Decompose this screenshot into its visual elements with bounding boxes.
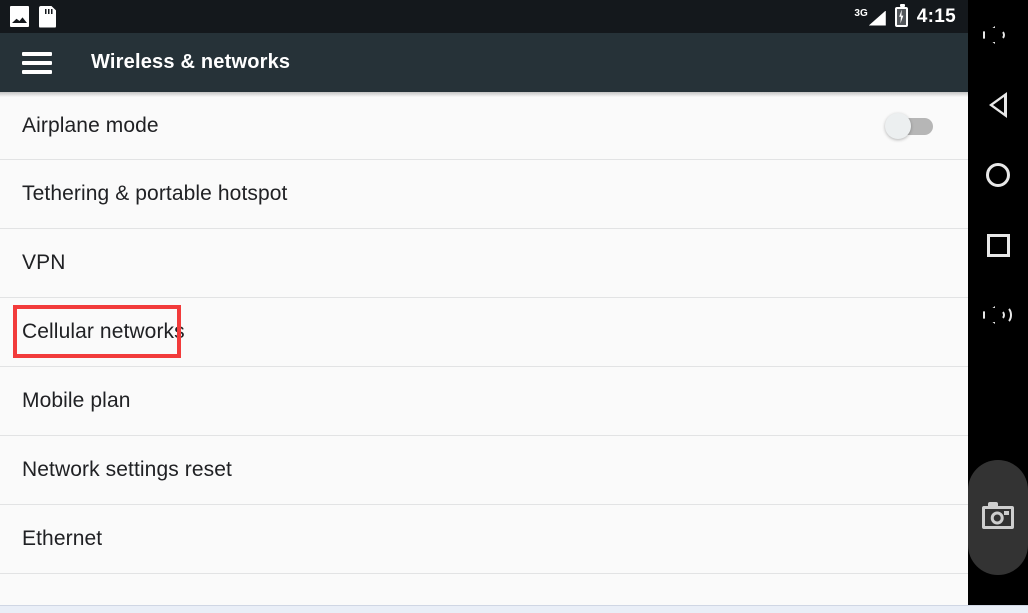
cellular-signal-icon: 3G [854,6,886,28]
home-button[interactable] [968,140,1028,210]
toggle-thumb [885,112,911,139]
status-bar-right-icons: 3G 4:15 [854,3,956,28]
list-item-network-settings-reset[interactable]: Network settings reset [0,436,968,505]
settings-list: Airplane mode Tethering & portable hotsp… [0,92,968,605]
list-item-label: Airplane mode [22,113,159,137]
speaker-wave [996,30,1005,40]
volume-up-icon [983,22,1013,48]
list-item-airplane-mode[interactable]: Airplane mode [0,92,968,160]
list-item-tethering[interactable]: Tethering & portable hotspot [0,160,968,229]
back-triangle-inner [993,97,1004,113]
volume-down-button[interactable] [968,280,1028,350]
battery-bolt-icon [899,9,904,24]
list-item-partial [0,574,968,605]
list-item-label: Tethering & portable hotspot [22,182,288,205]
hamburger-bar [22,51,52,56]
volume-up-button[interactable] [968,0,1028,70]
battery-charging-icon [894,3,908,27]
list-item-ethernet[interactable]: Ethernet [0,505,968,574]
list-item-label: VPN [22,251,66,274]
bottom-strip [0,605,1028,613]
status-bar-left-icons [10,5,56,28]
hamburger-menu-icon[interactable] [22,51,52,74]
home-circle-icon [986,163,1010,187]
back-button[interactable] [968,70,1028,140]
page-title: Wireless & networks [91,51,291,73]
recents-square-icon [986,233,1010,257]
list-item-vpn[interactable]: VPN [0,229,968,298]
screenshot-button[interactable] [968,460,1028,575]
volume-down-icon [983,302,1013,328]
list-item-mobile-plan[interactable]: Mobile plan [0,367,968,436]
list-item-label: Network settings reset [22,458,232,481]
screen-root: 3G 4:15 Wireless & networks Airplane mod… [0,0,1028,613]
recents-button[interactable] [968,210,1028,280]
clock-label: 4:15 [916,6,956,27]
photo-icon [10,6,29,27]
list-item-label: Mobile plan [22,389,131,412]
airplane-mode-toggle[interactable] [885,112,933,139]
signal-bars-icon [868,10,886,26]
camera-icon [982,502,1014,529]
hamburger-bar [22,60,52,65]
back-triangle-icon [989,92,1007,118]
list-item-cellular-networks[interactable]: Cellular networks [0,298,968,367]
status-bar: 3G 4:15 [0,0,968,33]
camera-lens [990,511,1004,524]
app-bar: Wireless & networks [0,33,968,92]
android-device-viewport: 3G 4:15 Wireless & networks Airplane mod… [0,0,968,605]
speaker-wave [998,306,1012,324]
sd-card-icon [39,5,56,28]
hamburger-bar [22,69,52,74]
network-type-label: 3G [854,7,868,19]
list-item-label: Ethernet [22,527,103,550]
list-item-label: Cellular networks [22,320,185,343]
camera-flash [1004,511,1009,515]
